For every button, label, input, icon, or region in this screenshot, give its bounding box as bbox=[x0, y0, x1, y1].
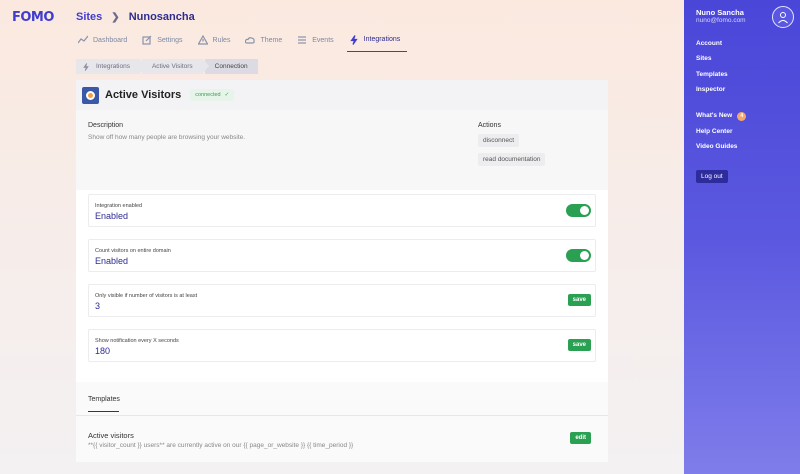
template-name: Active visitors bbox=[88, 431, 134, 440]
site-nav-tabs: Dashboard Settings Rules Theme Events In… bbox=[76, 28, 413, 54]
avatar[interactable] bbox=[772, 6, 794, 28]
fomo-logo[interactable]: FOMO bbox=[12, 10, 54, 25]
bolt-icon bbox=[350, 34, 358, 45]
notification-interval-input[interactable]: 180 bbox=[95, 346, 110, 356]
tab-label: Integrations bbox=[363, 36, 401, 43]
min-visitors-field: Only visible if number of visitors is at… bbox=[88, 284, 596, 317]
warning-icon bbox=[197, 35, 208, 45]
step-active-visitors[interactable]: Active Visitors bbox=[141, 59, 209, 74]
save-button[interactable]: save bbox=[567, 294, 591, 306]
sidebar-item-inspector[interactable]: Inspector bbox=[696, 86, 725, 93]
chart-line-icon bbox=[78, 35, 88, 44]
chevron-right-icon: ❯ bbox=[111, 11, 120, 23]
step-label: Active Visitors bbox=[151, 63, 193, 70]
check-icon: ✓ bbox=[224, 92, 230, 98]
tab-integrations[interactable]: Integrations bbox=[346, 28, 408, 52]
tab-theme[interactable]: Theme bbox=[243, 28, 289, 52]
sidebar-item-label: What's New bbox=[696, 112, 733, 119]
integration-enabled-toggle[interactable] bbox=[566, 204, 591, 217]
count-visitors-domain-toggle[interactable] bbox=[566, 249, 591, 262]
log-out-button[interactable]: Log out bbox=[696, 170, 728, 183]
cloud-icon bbox=[245, 37, 256, 44]
field-label: Integration enabled bbox=[95, 203, 143, 209]
min-visitors-input[interactable]: 3 bbox=[95, 301, 100, 311]
integration-steps: Integrations Active Visitors Connection bbox=[76, 59, 260, 74]
card-title: Active Visitors bbox=[105, 89, 182, 101]
edit-template-button[interactable]: edit bbox=[570, 432, 591, 444]
step-label: Connection bbox=[214, 63, 248, 70]
sidebar-item-sites[interactable]: Sites bbox=[696, 55, 712, 62]
breadcrumb-site-name[interactable]: Nunosancha bbox=[129, 11, 195, 23]
field-value: Enabled bbox=[95, 256, 129, 266]
tab-dashboard[interactable]: Dashboard bbox=[76, 28, 134, 52]
read-documentation-button[interactable]: read documentation bbox=[478, 153, 546, 166]
tab-label: Rules bbox=[212, 36, 231, 44]
sidebar-item-whats-new[interactable]: What's New 4 bbox=[696, 112, 747, 121]
templates-section: Templates Active visitors **{{ visitor_c… bbox=[76, 382, 608, 462]
status-label: connected bbox=[195, 92, 221, 98]
list-icon bbox=[298, 36, 307, 44]
account-sidebar: Nuno Sancha nuno@fomo.com Account Sites … bbox=[684, 0, 800, 474]
notification-count-badge: 4 bbox=[737, 112, 747, 121]
field-label: Only visible if number of visitors is at… bbox=[95, 293, 198, 299]
count-visitors-domain-field: Count visitors on entire domain Enabled bbox=[88, 239, 596, 272]
description-text: Show off how many people are browsing yo… bbox=[88, 134, 246, 141]
user-avatar-icon bbox=[778, 12, 788, 24]
tab-settings[interactable]: Settings bbox=[140, 28, 189, 52]
user-name: Nuno Sancha bbox=[696, 8, 744, 17]
sidebar-item-video-guides[interactable]: Video Guides bbox=[696, 143, 737, 150]
user-email: nuno@fomo.com bbox=[696, 17, 746, 24]
disconnect-button[interactable]: disconnect bbox=[478, 134, 520, 147]
field-label: Show notification every X seconds bbox=[95, 338, 179, 344]
card-header: Active Visitors connected ✓ bbox=[76, 80, 608, 110]
actions-heading: Actions bbox=[478, 122, 501, 129]
tab-label: Events bbox=[312, 36, 334, 44]
tab-templates[interactable]: Templates bbox=[88, 396, 120, 412]
integration-card: Active Visitors connected ✓ Description … bbox=[76, 80, 608, 462]
field-value: Enabled bbox=[95, 211, 129, 221]
step-label: Integrations bbox=[96, 63, 130, 70]
template-text: **{{ visitor_count }} users** are curren… bbox=[88, 442, 354, 449]
tab-rules[interactable]: Rules bbox=[196, 28, 238, 52]
field-label: Count visitors on entire domain bbox=[95, 248, 171, 254]
tab-events[interactable]: Events bbox=[295, 28, 340, 52]
tab-label: Theme bbox=[260, 36, 283, 44]
breadcrumb: Sites ❯ Nunosancha bbox=[76, 11, 195, 23]
edit-icon bbox=[142, 35, 152, 45]
description-heading: Description bbox=[88, 122, 124, 129]
step-integrations[interactable]: Integrations bbox=[76, 59, 146, 74]
description-section: Description Show off how many people are… bbox=[76, 110, 608, 190]
sidebar-item-help-center[interactable]: Help Center bbox=[696, 128, 732, 135]
active-visitors-app-icon bbox=[82, 86, 99, 104]
step-connection[interactable]: Connection bbox=[204, 59, 258, 74]
notification-interval-field: Show notification every X seconds 180 sa… bbox=[88, 329, 596, 362]
bolt-icon bbox=[83, 62, 89, 71]
breadcrumb-sites[interactable]: Sites bbox=[76, 11, 102, 23]
divider bbox=[76, 415, 608, 416]
save-button[interactable]: save bbox=[567, 339, 591, 351]
integration-enabled-field: Integration enabled Enabled bbox=[88, 194, 596, 227]
sidebar-item-templates[interactable]: Templates bbox=[696, 71, 728, 78]
sidebar-item-account[interactable]: Account bbox=[696, 40, 722, 47]
tab-label: Dashboard bbox=[93, 36, 128, 44]
tab-label: Settings bbox=[157, 36, 183, 44]
status-badge: connected ✓ bbox=[190, 89, 235, 101]
